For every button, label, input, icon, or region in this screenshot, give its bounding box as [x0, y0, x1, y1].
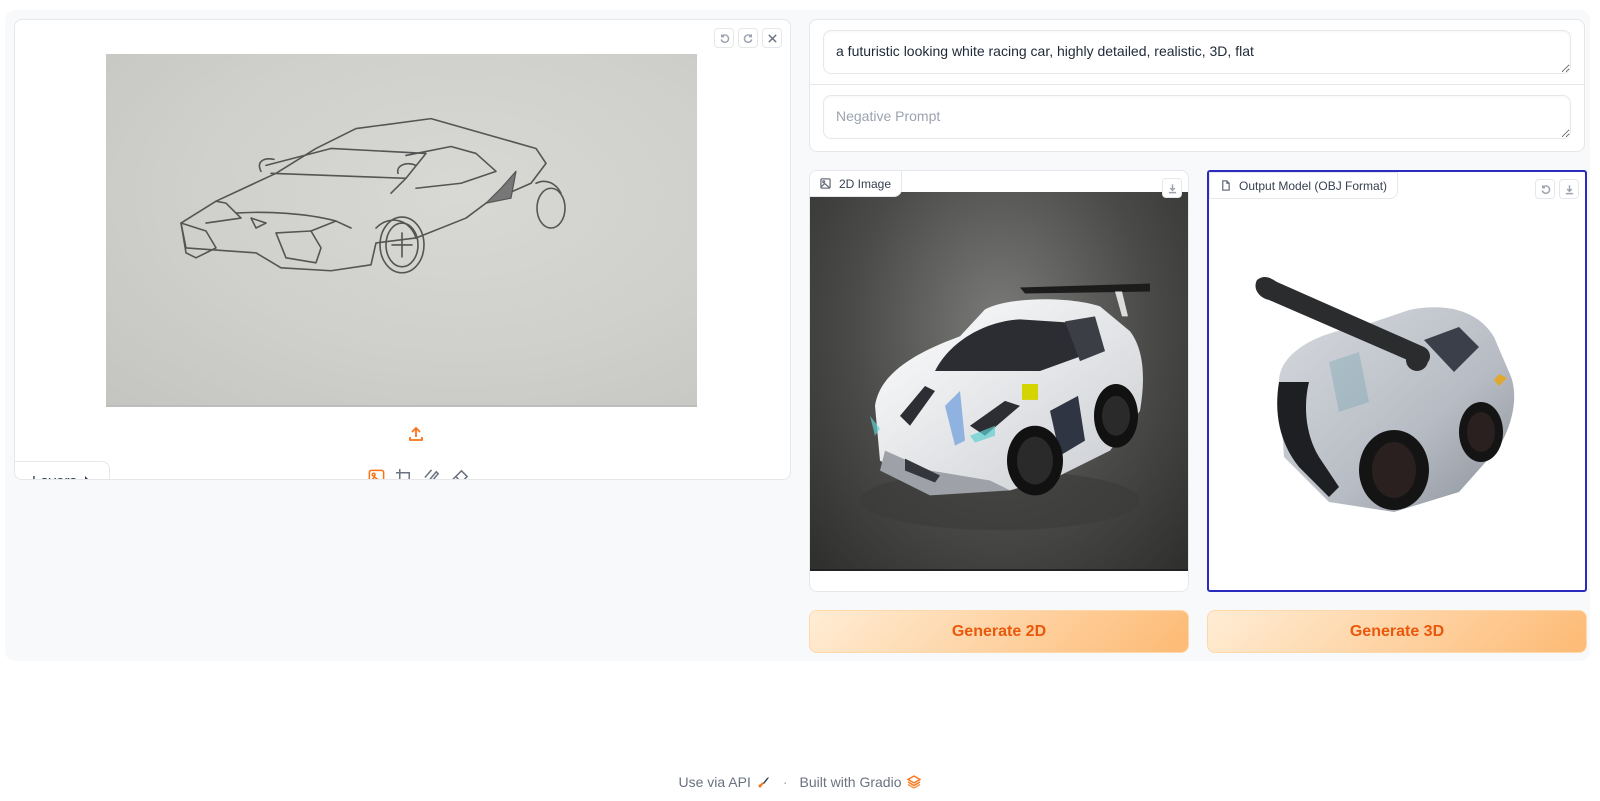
download-image-button[interactable]	[1162, 178, 1182, 198]
redo-icon	[743, 33, 752, 43]
prompt-panel	[809, 19, 1585, 152]
generate-3d-button[interactable]: Generate 3D	[1207, 610, 1587, 653]
sketch-editor[interactable]: Layers	[14, 19, 791, 480]
model-output-label: Output Model (OBJ Format)	[1209, 172, 1399, 199]
footer: Use via API · Built with Gradio	[0, 774, 1600, 790]
model-output-title: Output Model (OBJ Format)	[1239, 178, 1388, 193]
image-icon	[368, 469, 385, 479]
image-icon	[820, 178, 831, 189]
redo-button[interactable]	[738, 28, 758, 48]
close-icon	[767, 33, 777, 43]
file-icon	[1222, 180, 1230, 191]
drawing-toolbar	[367, 468, 470, 479]
download-model-button[interactable]	[1559, 179, 1579, 199]
eraser-tool[interactable]	[451, 468, 470, 479]
prompt-divider	[810, 84, 1584, 85]
clear-button[interactable]	[762, 28, 782, 48]
sketch-image	[180, 117, 566, 274]
prompt-input[interactable]	[823, 30, 1571, 74]
image-output-label: 2D Image	[810, 171, 903, 197]
crop-icon	[395, 468, 411, 479]
layers-toggle[interactable]: Layers	[15, 461, 110, 480]
image-output-panel: 2D Image	[809, 170, 1189, 592]
generated-2d-image	[810, 192, 1188, 571]
image-output-title: 2D Image	[839, 176, 892, 191]
use-via-api-link[interactable]: Use via API	[679, 774, 771, 790]
undo-icon	[720, 33, 729, 43]
sketch-canvas[interactable]	[106, 54, 697, 407]
built-with-gradio-link[interactable]: Built with Gradio	[800, 774, 922, 790]
editor-toolbar	[714, 28, 782, 48]
footer-separator: ·	[782, 774, 788, 790]
undo-icon	[1541, 184, 1550, 194]
model-viewer[interactable]	[1209, 202, 1585, 590]
car-render	[860, 283, 1150, 531]
download-icon	[1565, 184, 1573, 194]
undo-button[interactable]	[714, 28, 734, 48]
download-icon	[1168, 183, 1176, 193]
brush-tool[interactable]	[423, 468, 442, 479]
crop-tool[interactable]	[395, 468, 414, 479]
caret-right-icon	[85, 476, 91, 479]
gradio-logo-icon	[907, 775, 922, 789]
negative-prompt-input[interactable]	[823, 95, 1571, 139]
image-tool[interactable]	[367, 468, 386, 479]
layers-label: Layers	[32, 473, 77, 480]
generate-2d-button[interactable]: Generate 2D	[809, 610, 1189, 653]
car-3d-model	[1255, 276, 1515, 512]
reset-view-button[interactable]	[1535, 179, 1555, 199]
eraser-icon	[452, 469, 469, 479]
upload-button[interactable]	[407, 425, 427, 445]
rocket-icon	[758, 777, 769, 788]
upload-icon	[409, 426, 423, 441]
image-output-actions	[1162, 178, 1182, 198]
model-output-panel[interactable]: Output Model (OBJ Format)	[1207, 170, 1587, 592]
built-with-gradio-label: Built with Gradio	[799, 774, 902, 790]
model-output-actions	[1535, 179, 1579, 199]
use-via-api-label: Use via API	[678, 774, 751, 790]
brush-icon	[424, 469, 440, 479]
